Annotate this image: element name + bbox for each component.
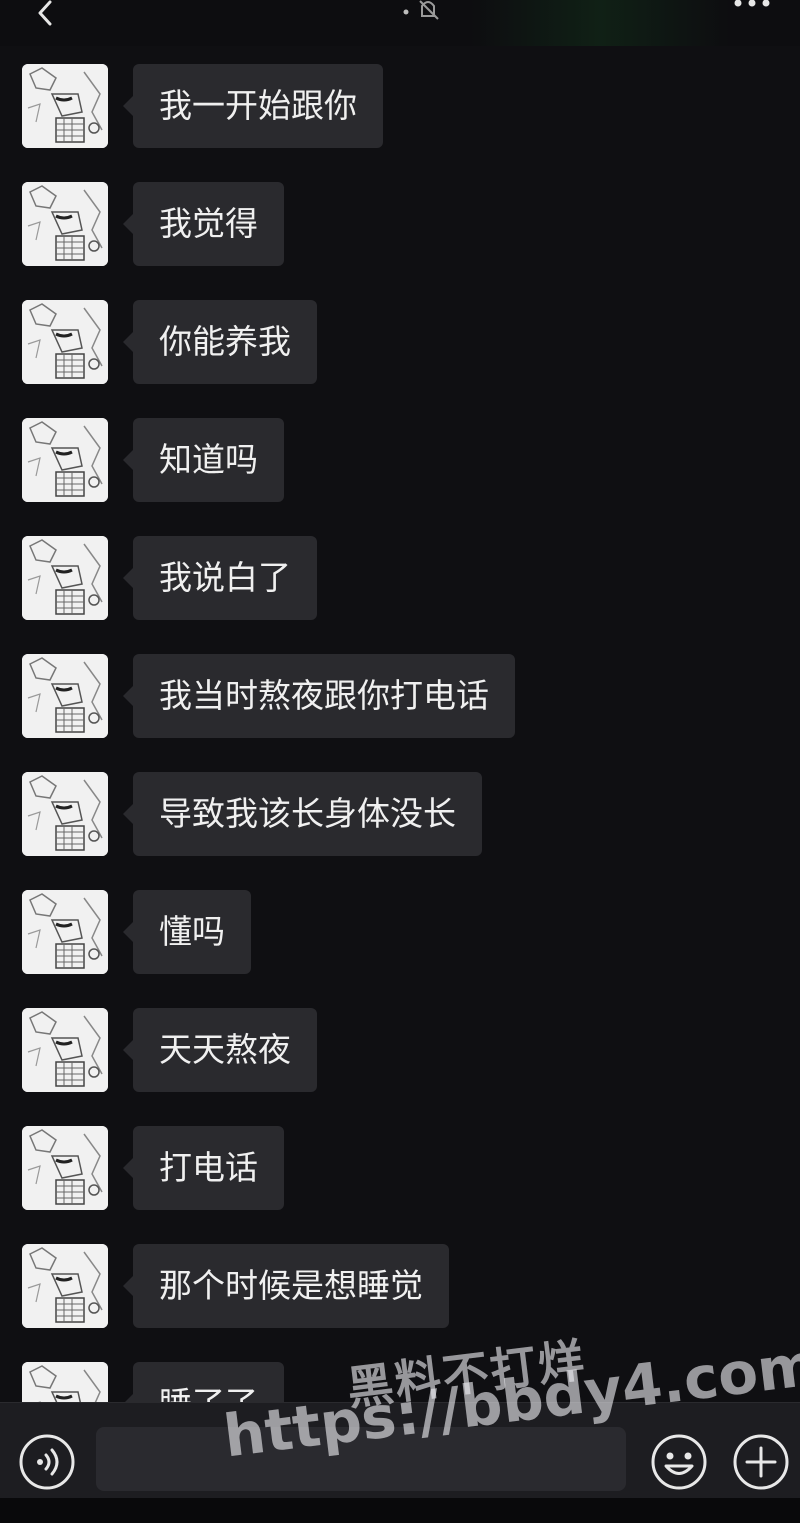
avatar[interactable] [22, 890, 108, 974]
message-row: 打电话 [0, 1108, 800, 1210]
avatar[interactable] [22, 536, 108, 620]
message-list[interactable]: 我一开始跟你 我觉得 你能养我 知道吗 我说白了 我当时熬夜跟你打电话 导致我该… [0, 46, 800, 1402]
message-row: 我说白了 [0, 518, 800, 620]
avatar[interactable] [22, 300, 108, 384]
message-bubble[interactable]: 我当时熬夜跟你打电话 [123, 654, 515, 738]
message-bubble[interactable]: 知道吗 [123, 418, 284, 502]
muted-bell-icon [403, 0, 439, 20]
message-row: 导致我该长身体没长 [0, 754, 800, 856]
message-row: 睡了了 [0, 1344, 800, 1402]
emoji-icon[interactable] [650, 1433, 708, 1491]
message-row: 我觉得 [0, 164, 800, 266]
message-bubble[interactable]: 我觉得 [123, 182, 284, 266]
message-row: 那个时候是想睡觉 [0, 1226, 800, 1328]
message-bubble[interactable]: 你能养我 [123, 300, 317, 384]
avatar[interactable] [22, 772, 108, 856]
avatar[interactable] [22, 654, 108, 738]
message-row: 懂吗 [0, 872, 800, 974]
voice-icon[interactable] [18, 1433, 76, 1491]
message-bubble[interactable]: 天天熬夜 [123, 1008, 317, 1092]
avatar[interactable] [22, 1008, 108, 1092]
more-dots-icon[interactable] [732, 0, 772, 10]
top-bar-glow [470, 0, 730, 46]
message-row: 我一开始跟你 [0, 46, 800, 148]
message-row: 知道吗 [0, 400, 800, 502]
chat-screen: 我一开始跟你 我觉得 你能养我 知道吗 我说白了 我当时熬夜跟你打电话 导致我该… [0, 0, 800, 1523]
avatar[interactable] [22, 418, 108, 502]
avatar[interactable] [22, 1362, 108, 1402]
message-row: 你能养我 [0, 282, 800, 384]
plus-icon[interactable] [732, 1433, 790, 1491]
message-input[interactable] [96, 1427, 626, 1491]
top-bar [0, 0, 800, 46]
message-bubble[interactable]: 那个时候是想睡觉 [123, 1244, 449, 1328]
avatar[interactable] [22, 1126, 108, 1210]
message-row: 天天熬夜 [0, 990, 800, 1092]
avatar[interactable] [22, 182, 108, 266]
message-bubble[interactable]: 睡了了 [123, 1362, 284, 1402]
avatar[interactable] [22, 1244, 108, 1328]
input-bar [0, 1402, 800, 1499]
avatar[interactable] [22, 64, 108, 148]
message-bubble[interactable]: 我一开始跟你 [123, 64, 383, 148]
message-row: 我当时熬夜跟你打电话 [0, 636, 800, 738]
message-bubble[interactable]: 导致我该长身体没长 [123, 772, 482, 856]
message-bubble[interactable]: 我说白了 [123, 536, 317, 620]
bottom-strip [0, 1498, 800, 1523]
chevron-left-icon[interactable] [30, 0, 58, 26]
message-bubble[interactable]: 懂吗 [123, 890, 251, 974]
message-bubble[interactable]: 打电话 [123, 1126, 284, 1210]
